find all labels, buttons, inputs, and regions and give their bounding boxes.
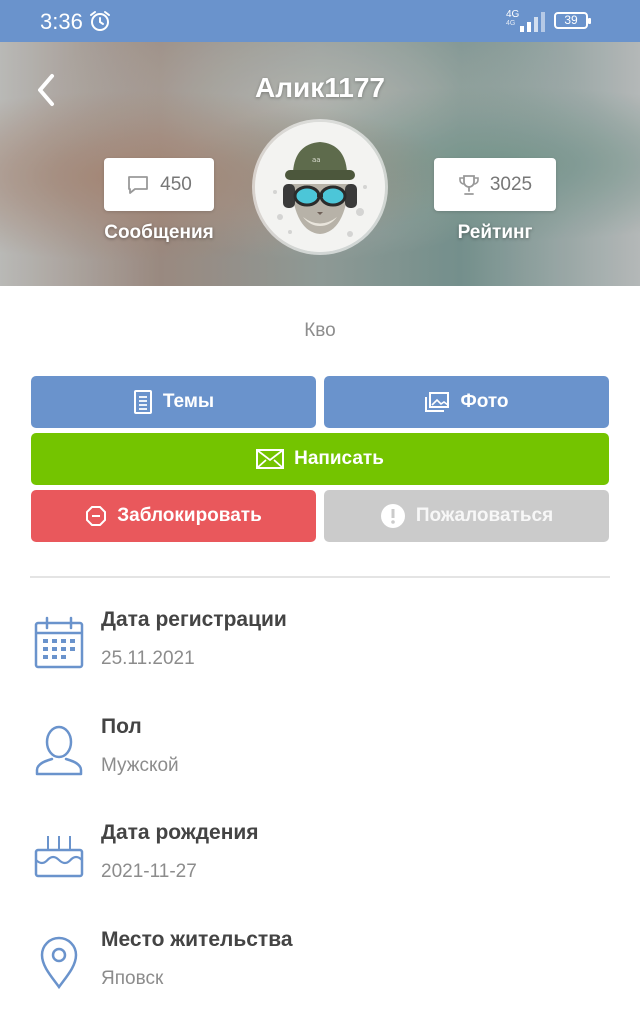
photo-button[interactable]: Фото bbox=[324, 376, 609, 428]
envelope-icon bbox=[256, 449, 285, 469]
block-user-button[interactable]: Заблокировать bbox=[31, 490, 316, 542]
residence-value: Яповск bbox=[101, 968, 164, 989]
photo-button-label: Фото bbox=[460, 391, 509, 412]
svg-text:aa: aa bbox=[312, 156, 321, 164]
write-message-button[interactable]: Написать bbox=[31, 433, 609, 485]
messages-label: Сообщения bbox=[104, 222, 214, 243]
section-divider bbox=[30, 576, 610, 578]
location-pin-icon bbox=[40, 936, 78, 990]
gender-title: Пол bbox=[101, 715, 142, 738]
exclamation-icon bbox=[380, 504, 405, 528]
rating-label: Рейтинг bbox=[457, 222, 533, 243]
messages-count: 450 bbox=[160, 173, 192, 195]
profile-header: Алик1177 450 Сообщения 3025 Рейтинг aa bbox=[0, 42, 640, 286]
report-user-button[interactable]: Пожаловаться bbox=[324, 490, 609, 542]
person-icon bbox=[35, 725, 83, 776]
gender-value: Мужской bbox=[101, 755, 179, 776]
themes-button-label: Темы bbox=[162, 391, 215, 412]
rating-count: 3025 bbox=[489, 173, 533, 195]
registration-date-title: Дата регистрации bbox=[101, 608, 287, 631]
status-bar: 3:36 4G 4G 39 bbox=[0, 0, 640, 42]
avatar-cat-image: aa bbox=[255, 122, 385, 252]
photo-gallery-icon bbox=[425, 392, 450, 412]
birth-date-value: 2021-11-27 bbox=[101, 861, 197, 882]
alarm-clock-icon bbox=[90, 11, 110, 31]
document-list-icon bbox=[133, 390, 152, 414]
birthday-cake-icon bbox=[34, 836, 84, 878]
trophy-icon bbox=[459, 174, 479, 195]
registration-date-value: 25.11.2021 bbox=[101, 648, 195, 669]
profile-username: Алик1177 bbox=[255, 72, 385, 103]
battery-indicator: 39 bbox=[554, 12, 591, 29]
signal-strength-icon bbox=[520, 12, 545, 32]
status-time: 3:36 bbox=[40, 9, 83, 34]
profile-status: Кво bbox=[304, 320, 336, 341]
block-button-label: Заблокировать bbox=[117, 505, 262, 526]
themes-button[interactable]: Темы bbox=[31, 376, 316, 428]
messages-count-box[interactable]: 450 bbox=[104, 158, 214, 211]
birth-date-title: Дата рождения bbox=[101, 821, 259, 844]
residence-title: Место жительства bbox=[101, 928, 293, 951]
block-octagon-icon bbox=[86, 506, 107, 526]
rating-count-box[interactable]: 3025 bbox=[434, 158, 556, 211]
write-button-label: Написать bbox=[294, 448, 384, 469]
avatar[interactable]: aa bbox=[255, 122, 385, 252]
calendar-icon bbox=[34, 616, 84, 669]
speech-bubble-icon bbox=[128, 175, 149, 194]
report-button-label: Пожаловаться bbox=[415, 505, 554, 526]
